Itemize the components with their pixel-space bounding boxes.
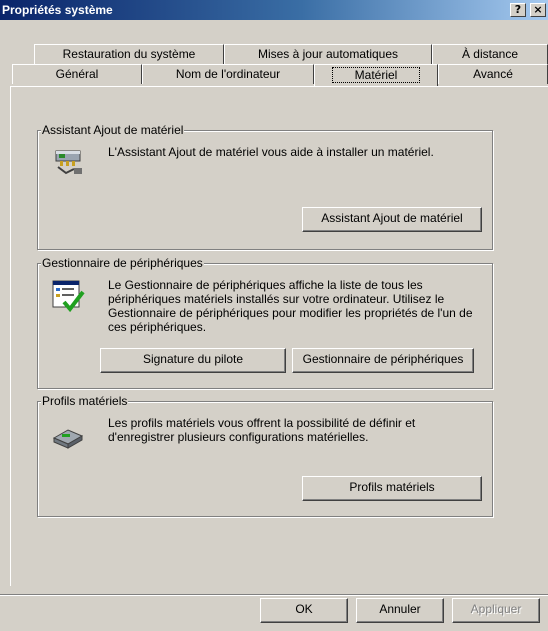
tab-avance[interactable]: Avancé — [438, 64, 548, 84]
hardware-profiles-icon — [52, 429, 84, 449]
help-button[interactable]: ? — [510, 3, 526, 17]
group-device-manager: Gestionnaire de périphériques Le Gestion… — [37, 256, 493, 389]
tab-mises-a-jour[interactable]: Mises à jour automatiques — [224, 44, 432, 64]
tab-panel-materiel: Assistant Ajout de matériel L'Assistant … — [10, 86, 548, 586]
group-hardware-profiles: Profils matériels Les profils matériels … — [37, 394, 493, 517]
device-manager-button[interactable]: Gestionnaire de périphériques — [292, 348, 474, 373]
title-bar[interactable]: Propriétés système ? × — [0, 0, 548, 20]
group-label-devmgr: Gestionnaire de périphériques — [41, 256, 204, 270]
system-properties-dialog: Propriétés système ? × Restauration du s… — [0, 0, 548, 631]
tab-materiel-label: Matériel — [331, 67, 421, 83]
hardware-profiles-button[interactable]: Profils matériels — [302, 476, 482, 501]
group-label-profiles: Profils matériels — [41, 394, 129, 408]
tab-materiel[interactable]: Matériel — [314, 64, 438, 86]
tab-restauration[interactable]: Restauration du système — [34, 44, 224, 64]
tab-general[interactable]: Général — [12, 64, 142, 84]
hardware-wizard-icon — [55, 150, 82, 175]
footer-separator — [0, 594, 548, 596]
group-hardware-wizard: Assistant Ajout de matériel L'Assistant … — [37, 123, 493, 250]
window-title: Propriétés système — [2, 3, 113, 17]
group-label-wizard: Assistant Ajout de matériel — [41, 123, 185, 137]
profiles-description: Les profils matériels vous offrent la po… — [108, 416, 416, 444]
devmgr-description: Le Gestionnaire de périphériques affiche… — [108, 278, 473, 334]
apply-button[interactable]: Appliquer — [452, 598, 540, 623]
close-button[interactable]: × — [530, 3, 546, 17]
wizard-description: L'Assistant Ajout de matériel vous aide … — [108, 145, 434, 159]
cancel-button[interactable]: Annuler — [356, 598, 444, 623]
ok-button[interactable]: OK — [260, 598, 348, 623]
device-manager-icon — [52, 280, 85, 313]
add-hardware-wizard-button[interactable]: Assistant Ajout de matériel — [302, 207, 482, 232]
tab-nom-ordinateur[interactable]: Nom de l'ordinateur — [142, 64, 314, 84]
driver-signing-button[interactable]: Signature du pilote — [100, 348, 286, 373]
tab-a-distance[interactable]: À distance — [432, 44, 548, 64]
